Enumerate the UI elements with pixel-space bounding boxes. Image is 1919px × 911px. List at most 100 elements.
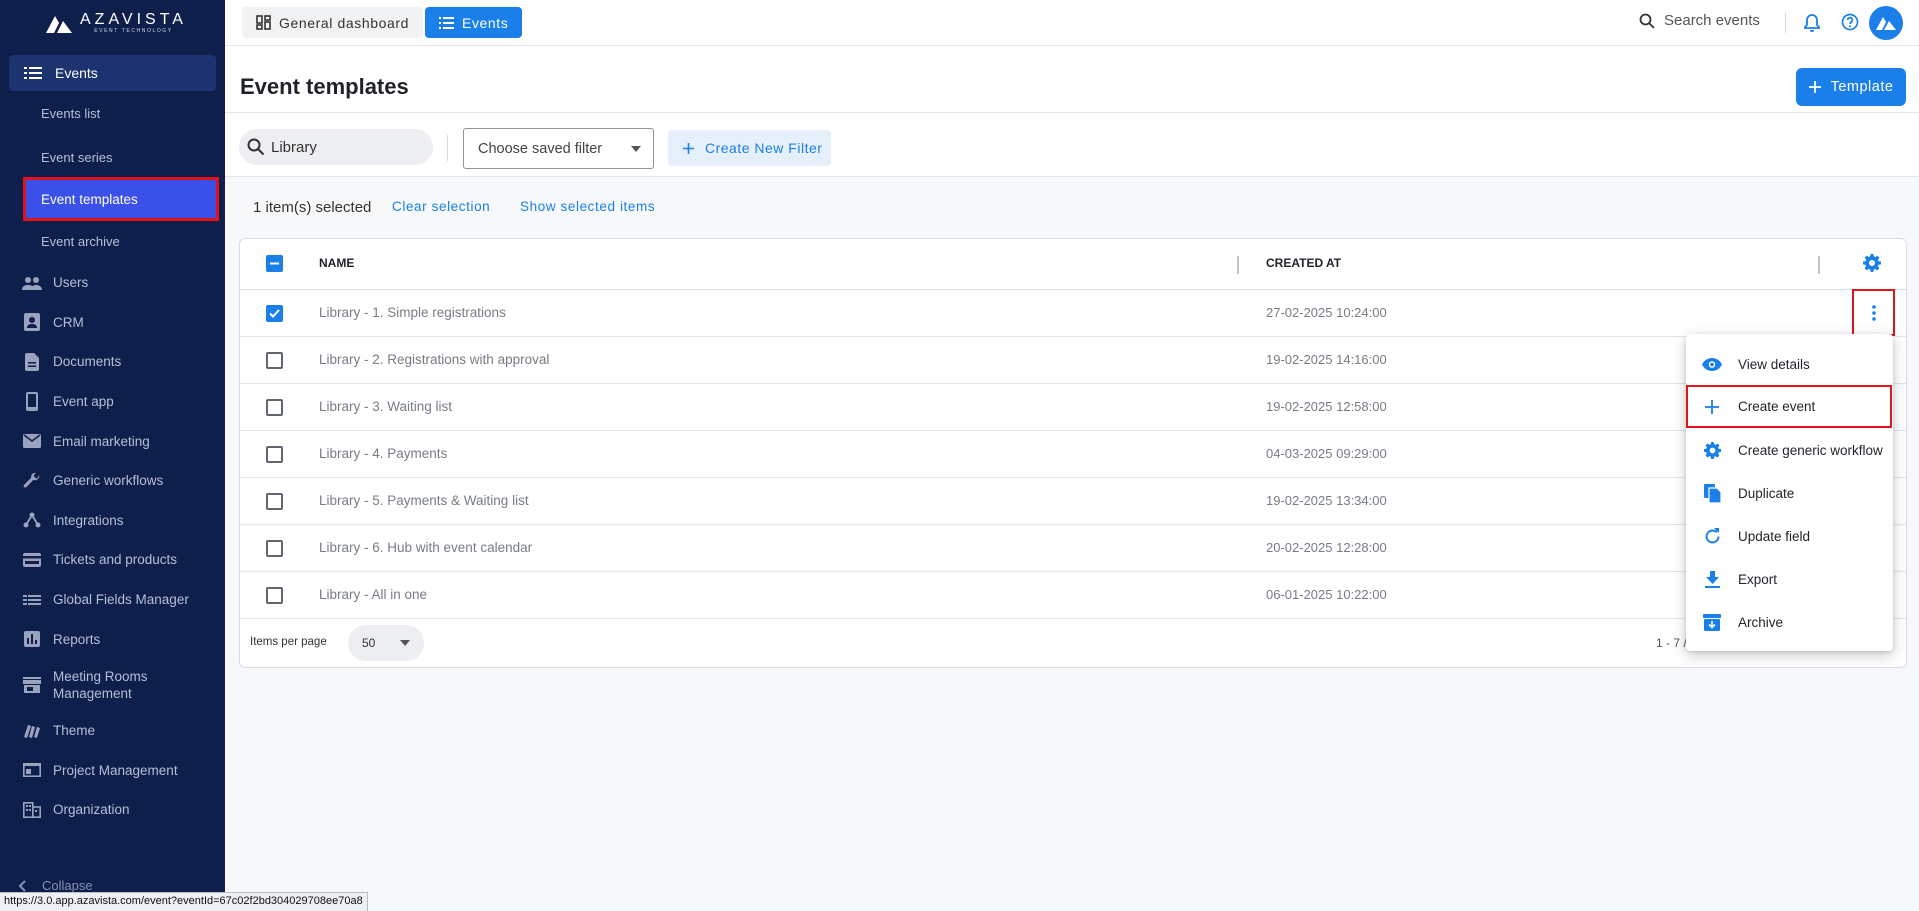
table-row[interactable]: Library - 5. Payments & Waiting list 19-… <box>240 478 1906 525</box>
sidebar-item-label: Project Management <box>53 762 178 778</box>
sidebar-subitem-events-list[interactable]: Events list <box>0 91 225 135</box>
add-template-label: Template <box>1830 79 1894 95</box>
show-selected-items-link[interactable]: Show selected items <box>520 199 655 214</box>
filter-bar: Choose saved filter Create New Filter <box>225 113 1919 177</box>
saved-filter-select[interactable]: Choose saved filter <box>463 128 654 169</box>
items-per-page-select[interactable]: 50 <box>348 625 424 661</box>
cell-name[interactable]: Library - 4. Payments <box>319 446 447 461</box>
archive-icon <box>1702 613 1722 633</box>
user-avatar[interactable] <box>1869 6 1903 40</box>
select-all-checkbox[interactable] <box>266 255 283 272</box>
search-field[interactable] <box>239 129 433 165</box>
sidebar-item-global-fields-manager[interactable]: Global Fields Manager <box>0 580 225 620</box>
sidebar-item-event-app[interactable]: Event app <box>0 382 225 422</box>
cell-name[interactable]: Library - 5. Payments & Waiting list <box>319 493 529 508</box>
row-actions-button[interactable] <box>1852 289 1895 336</box>
cell-created-at: 04-03-2025 09:29:00 <box>1266 446 1387 461</box>
sidebar-subitem-label: Event series <box>41 149 113 165</box>
table-row[interactable]: Library - All in one 06-01-2025 10:22:00 <box>240 572 1906 619</box>
users-icon <box>22 273 42 293</box>
collapse-label: Collapse <box>42 878 93 893</box>
create-new-filter-button[interactable]: Create New Filter <box>668 130 831 166</box>
collapse-button[interactable]: Collapse <box>18 878 93 893</box>
sidebar-item-label: Reports <box>53 631 101 647</box>
cell-name[interactable]: Library - All in one <box>319 587 427 602</box>
table-row[interactable]: Library - 6. Hub with event calendar 20-… <box>240 525 1906 572</box>
table-row[interactable]: Library - 2. Registrations with approval… <box>240 337 1906 384</box>
cell-name[interactable]: Library - 3. Waiting list <box>319 399 452 414</box>
caret-down-icon <box>631 146 641 152</box>
menu-item-duplicate[interactable]: Duplicate <box>1686 472 1893 515</box>
menu-item-label: Duplicate <box>1738 486 1795 501</box>
integrations-icon <box>22 510 42 530</box>
menu-item-view-details[interactable]: View details <box>1686 343 1893 386</box>
duplicate-icon <box>1702 484 1722 504</box>
wrench-icon <box>22 471 42 491</box>
row-checkbox[interactable] <box>266 305 283 322</box>
column-resizer[interactable] <box>1818 256 1820 274</box>
search-events-button[interactable]: Search events <box>1639 12 1760 29</box>
check-icon <box>269 309 280 318</box>
table-row[interactable]: Library - 3. Waiting list 19-02-2025 12:… <box>240 384 1906 431</box>
cell-created-at: 27-02-2025 10:24:00 <box>1266 305 1387 320</box>
row-checkbox[interactable] <box>266 540 283 557</box>
sidebar-subitem-event-archive[interactable]: Event archive <box>0 219 225 263</box>
status-bar-url: https://3.0.app.azavista.com/event?event… <box>0 892 368 911</box>
menu-item-update-field[interactable]: Update field <box>1686 515 1893 558</box>
row-checkbox[interactable] <box>266 446 283 463</box>
clear-selection-link[interactable]: Clear selection <box>392 199 490 214</box>
cell-name[interactable]: Library - 2. Registrations with approval <box>319 352 549 367</box>
table-settings-button[interactable] <box>1862 253 1882 273</box>
sidebar-item-theme[interactable]: Theme <box>0 711 225 751</box>
sidebar-item-integrations[interactable]: Integrations <box>0 501 225 541</box>
column-header-name[interactable]: NAME <box>319 256 354 270</box>
add-template-button[interactable]: Template <box>1796 68 1906 106</box>
sidebar-item-generic-workflows[interactable]: Generic workflows <box>0 461 225 501</box>
items-per-page-value: 50 <box>362 636 376 650</box>
sidebar-section-events[interactable]: Events <box>9 55 216 91</box>
menu-item-create-generic-workflow[interactable]: Create generic workflow <box>1686 429 1893 472</box>
menu-item-label: View details <box>1738 357 1810 372</box>
tab-label: General dashboard <box>279 14 410 31</box>
sidebar-subitem-event-templates[interactable]: Event templates <box>23 177 219 221</box>
sidebar-item-meeting-rooms-management[interactable]: Meeting Rooms Management <box>0 659 225 711</box>
help-button[interactable] <box>1841 13 1859 31</box>
sidebar: AZAVISTA EVENT TECHNOLOGY Events Events … <box>0 0 225 911</box>
cell-name[interactable]: Library - 1. Simple registrations <box>319 305 506 320</box>
row-checkbox[interactable] <box>266 587 283 604</box>
column-header-created-at[interactable]: CREATED AT <box>1266 256 1341 270</box>
sidebar-item-users[interactable]: Users <box>0 263 225 303</box>
help-icon <box>1841 13 1859 31</box>
notifications-button[interactable] <box>1804 13 1820 32</box>
row-checkbox[interactable] <box>266 352 283 369</box>
sidebar-item-organization[interactable]: Organization <box>0 790 225 830</box>
menu-item-export[interactable]: Export <box>1686 558 1893 601</box>
sidebar-item-label: Theme <box>53 723 96 739</box>
sidebar-item-label: Users <box>53 275 89 291</box>
sidebar-subitem-event-series[interactable]: Event series <box>0 135 225 179</box>
search-input[interactable] <box>271 138 421 156</box>
sidebar-item-tickets-and-products[interactable]: Tickets and products <box>0 540 225 580</box>
row-checkbox[interactable] <box>266 399 283 416</box>
menu-item-create-event[interactable]: Create event <box>1686 385 1892 428</box>
azavista-logo[interactable]: AZAVISTA EVENT TECHNOLOGY <box>44 12 187 35</box>
sidebar-item-email-marketing[interactable]: Email marketing <box>0 421 225 461</box>
refresh-icon <box>1702 527 1722 547</box>
phone-icon <box>22 392 42 412</box>
table-row[interactable]: Library - 4. Payments 04-03-2025 09:29:0… <box>240 431 1906 478</box>
tab-general-dashboard[interactable]: General dashboard <box>242 7 424 38</box>
column-resizer[interactable] <box>1237 256 1239 274</box>
tab-events[interactable]: Events <box>425 7 523 38</box>
saved-filter-label: Choose saved filter <box>478 140 603 157</box>
row-checkbox[interactable] <box>266 493 283 510</box>
page-title: Event templates <box>240 74 409 99</box>
menu-item-label: Create generic workflow <box>1738 443 1883 458</box>
menu-item-archive[interactable]: Archive <box>1686 601 1893 644</box>
sidebar-item-crm[interactable]: CRM <box>0 303 225 343</box>
sidebar-item-reports[interactable]: Reports <box>0 619 225 659</box>
project-icon <box>22 760 42 780</box>
sidebar-item-documents[interactable]: Documents <box>0 342 225 382</box>
sidebar-item-project-management[interactable]: Project Management <box>0 751 225 791</box>
cell-name[interactable]: Library - 6. Hub with event calendar <box>319 540 532 555</box>
table-row[interactable]: Library - 1. Simple registrations 27-02-… <box>240 289 1906 337</box>
